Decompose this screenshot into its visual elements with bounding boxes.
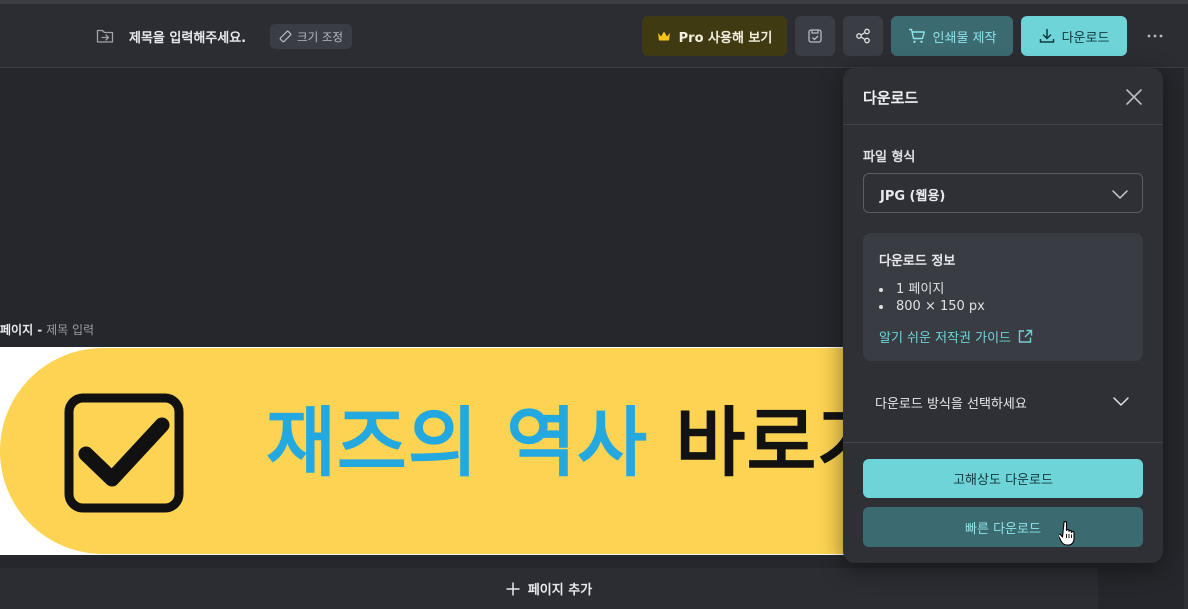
- fast-download-button[interactable]: 빠른 다운로드: [863, 507, 1143, 547]
- top-toolbar: 제목을 입력해주세요. 크기 조정 Pro 사용해 보기 인쇄물 제작 다운로드: [0, 4, 1188, 68]
- save-button[interactable]: [795, 16, 835, 56]
- panel-divider: [843, 442, 1163, 443]
- fast-download-label: 빠른 다운로드: [965, 521, 1041, 537]
- share-icon: [856, 28, 870, 44]
- panel-title: 다운로드: [863, 89, 919, 107]
- hq-download-button[interactable]: 고해상도 다운로드: [863, 459, 1143, 498]
- download-label: 다운로드: [1061, 30, 1110, 46]
- download-method-dropdown[interactable]: 다운로드 방식을 선택하세요: [863, 380, 1143, 420]
- banner-text-main: 바로가기: [675, 405, 850, 481]
- hq-download-label: 고해상도 다운로드: [953, 473, 1053, 488]
- info-page-count: 1 페이지: [879, 278, 944, 297]
- pro-trial-button[interactable]: Pro 사용해 보기: [642, 16, 787, 56]
- file-format-label: 파일 형식: [863, 150, 916, 165]
- download-info-box: 다운로드 정보 1 페이지 800 × 150 px 알기 쉬운 저작권 가이드: [863, 233, 1143, 361]
- checkbox-icon[interactable]: [62, 392, 186, 514]
- print-order-label: 인쇄물 제작: [932, 30, 997, 46]
- external-link-icon: [1018, 329, 1033, 343]
- bullet: [879, 304, 883, 309]
- chevron-down-icon: [1113, 397, 1129, 407]
- info-dimensions: 800 × 150 px: [879, 299, 985, 314]
- info-dimensions-text: 800 × 150 px: [896, 299, 985, 314]
- right-scroll-edge: [1184, 68, 1188, 609]
- ruler-icon: [279, 30, 292, 43]
- print-order-button[interactable]: 인쇄물 제작: [891, 16, 1013, 56]
- panel-divider: [843, 124, 1163, 125]
- page-title-input[interactable]: 제목 입력: [46, 323, 94, 337]
- close-icon[interactable]: [1123, 86, 1145, 108]
- more-menu-button[interactable]: [1142, 22, 1168, 50]
- resize-label: 크기 조정: [297, 29, 343, 44]
- pro-trial-label: Pro 사용해 보기: [678, 30, 773, 46]
- folder-move-icon[interactable]: [96, 28, 114, 44]
- file-format-select[interactable]: JPG (웹용): [863, 173, 1143, 213]
- banner-text-highlight: 재즈의 역사: [266, 405, 649, 481]
- file-format-value: JPG (웹용): [880, 189, 946, 204]
- page-label: 페이지 - 제목 입력: [0, 321, 94, 338]
- download-button[interactable]: 다운로드: [1021, 16, 1127, 56]
- download-info-title: 다운로드 정보: [879, 254, 956, 269]
- plus-icon: [506, 582, 520, 595]
- hand-cursor-icon: [1059, 520, 1075, 546]
- chevron-down-icon: [1112, 190, 1128, 200]
- download-panel: 다운로드 파일 형식 JPG (웹용) 다운로드 정보 1 페이지 800 × …: [843, 68, 1163, 563]
- download-method-prompt: 다운로드 방식을 선택하세요: [875, 397, 1027, 412]
- add-page-button[interactable]: 페이지 추가: [0, 568, 1098, 609]
- cart-icon: [908, 28, 925, 43]
- page-number: 페이지 -: [0, 323, 43, 337]
- copyright-guide-link[interactable]: 알기 쉬운 저작권 가이드: [879, 327, 1033, 346]
- crown-icon: [657, 31, 670, 41]
- add-page-label: 페이지 추가: [527, 583, 593, 598]
- resize-button[interactable]: 크기 조정: [270, 24, 352, 49]
- info-page-count-text: 1 페이지: [896, 282, 945, 297]
- bullet: [879, 287, 883, 292]
- more-dots-icon: [1147, 34, 1163, 38]
- copyright-guide-text: 알기 쉬운 저작권 가이드: [879, 331, 1011, 346]
- save-check-icon: [808, 29, 822, 43]
- download-icon: [1039, 28, 1054, 43]
- document-title[interactable]: 제목을 입력해주세요.: [129, 27, 246, 46]
- banner-text[interactable]: 재즈의 역사 바로가기: [266, 405, 850, 481]
- share-button[interactable]: [843, 16, 883, 56]
